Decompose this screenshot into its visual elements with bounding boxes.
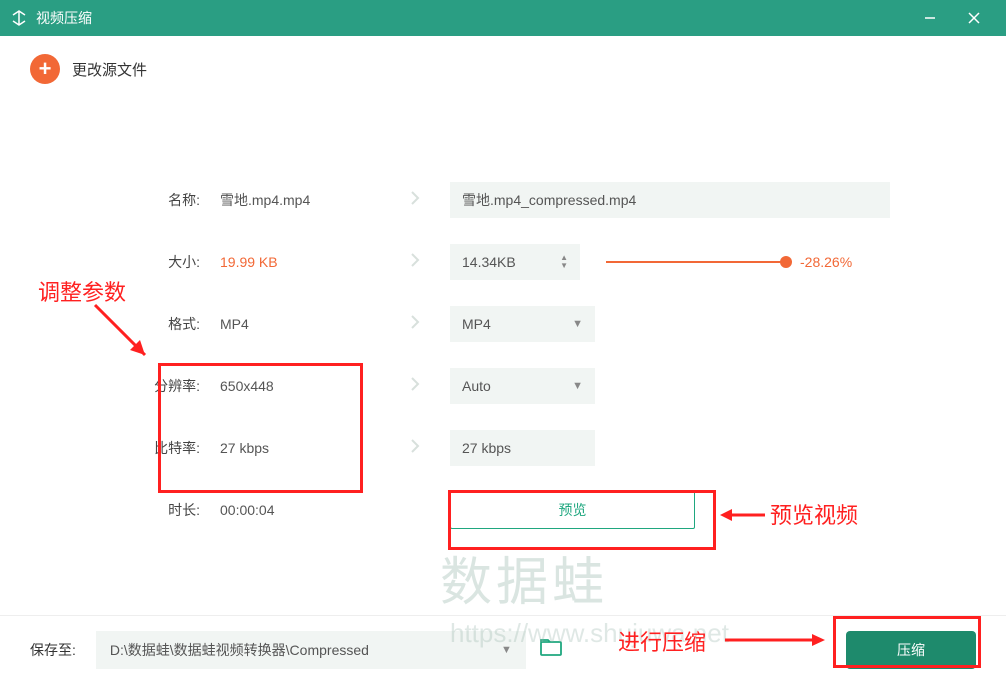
label-bitrate: 比特率: [130,438,200,458]
value-duration: 00:00:04 [200,502,380,518]
value-resolution: 650x448 [200,378,380,394]
value-bitrate: 27 kbps [200,440,380,456]
arrow-icon [380,252,450,273]
row-duration: 时长: 00:00:04 预览 [30,492,976,528]
save-path-select[interactable]: D:\数据蛙\数据蛙视频转换器\Compressed ▼ [96,631,526,669]
label-size: 大小: [130,252,200,272]
compress-button[interactable]: 压缩 [846,631,976,669]
minimize-button[interactable] [908,0,952,36]
label-duration: 时长: [130,500,200,520]
save-path-value: D:\数据蛙\数据蛙视频转换器\Compressed [110,640,369,660]
slider-thumb[interactable] [780,256,792,268]
size-slider[interactable] [606,261,786,263]
output-resolution-value: Auto [462,378,491,394]
stepper-icon[interactable]: ▲▼ [560,254,568,270]
arrow-icon [380,314,450,335]
label-resolution: 分辨率: [130,376,200,396]
change-source-label: 更改源文件 [72,59,147,80]
save-to-label: 保存至: [30,640,76,660]
label-name: 名称: [130,190,200,210]
output-name-input[interactable] [450,182,890,218]
value-size: 19.99 KB [200,254,380,270]
output-resolution-select[interactable]: Auto ▼ [450,368,595,404]
title-bar: 视频压缩 [0,0,1006,36]
arrow-icon [380,190,450,211]
preview-button[interactable]: 预览 [450,491,695,529]
label-format: 格式: [130,314,200,334]
row-size: 大小: 19.99 KB 14.34KB ▲▼ -28.26% [30,244,976,280]
arrow-icon [380,376,450,397]
row-format: 格式: MP4 MP4 ▼ [30,306,976,342]
row-name: 名称: 雪地.mp4.mp4 [30,182,976,218]
value-name: 雪地.mp4.mp4 [200,190,380,210]
output-format-value: MP4 [462,316,491,332]
caret-down-icon: ▼ [572,318,583,330]
plus-icon: + [30,54,60,84]
app-icon [10,9,28,27]
row-bitrate: 比特率: 27 kbps [30,430,976,466]
watermark-text: 数据蛙 [440,540,608,615]
open-folder-button[interactable] [540,638,562,661]
size-percent: -28.26% [800,254,852,270]
output-size-stepper[interactable]: 14.34KB ▲▼ [450,244,580,280]
content-area: 名称: 雪地.mp4.mp4 大小: 19.99 KB 14.34KB ▲▼ -… [0,102,1006,528]
output-size-value: 14.34KB [462,254,516,270]
row-resolution: 分辨率: 650x448 Auto ▼ [30,368,976,404]
arrow-icon [380,438,450,459]
caret-down-icon: ▼ [501,644,512,656]
value-format: MP4 [200,316,380,332]
change-source-button[interactable]: + 更改源文件 [0,36,1006,102]
close-button[interactable] [952,0,996,36]
bottom-bar: 保存至: D:\数据蛙\数据蛙视频转换器\Compressed ▼ 压缩 [0,615,1006,683]
output-format-select[interactable]: MP4 ▼ [450,306,595,342]
output-bitrate-input[interactable] [450,430,595,466]
window-title: 视频压缩 [36,8,908,28]
caret-down-icon: ▼ [572,380,583,392]
